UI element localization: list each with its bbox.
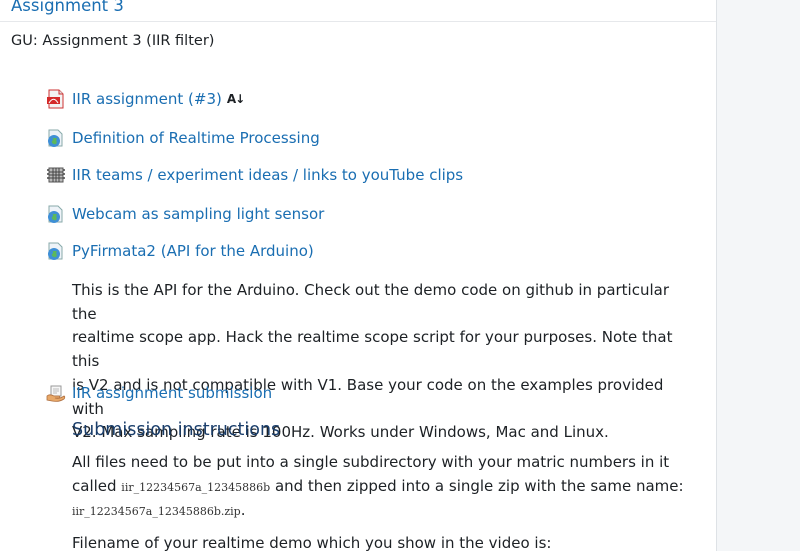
submission-line: All files need to be put into a single s… (72, 453, 670, 471)
submission-text-fragment: called (72, 476, 122, 495)
right-sidebar (717, 0, 800, 551)
font-size-icon: A↓ (226, 92, 245, 106)
description-line: This is the API for the Arduino. Check o… (72, 281, 670, 323)
globe-icon (46, 241, 66, 261)
course-section: Assignment 3 GU: Assignment 3 (IIR filte… (0, 0, 717, 551)
submission-line: iir_12234567a_12345886b.zip. (72, 499, 687, 524)
activity-link[interactable]: Definition of Realtime Processing (72, 129, 320, 147)
globe-icon (46, 128, 66, 148)
activity-iir-assignment[interactable]: IIR assignment (#3) A↓ (46, 88, 245, 110)
activity-link[interactable]: IIR assignment (#3) (72, 90, 222, 108)
activity-pyfirmata2[interactable]: PyFirmata2 (API for the Arduino) (46, 240, 314, 262)
section-title[interactable]: Assignment 3 (11, 0, 124, 15)
submission-text-fragment: . (240, 501, 246, 520)
section-summary: GU: Assignment 3 (IIR filter) (11, 33, 215, 49)
folder-name-code: iir_12234567a_12345886b (121, 480, 271, 494)
section-divider (0, 21, 716, 22)
description-line: realtime scope app. Hack the realtime sc… (72, 328, 673, 371)
submission-line: Filename of your realtime demo which you… (72, 534, 552, 551)
submission-line: called iir_12234567a_12345886b and then … (72, 475, 687, 500)
activity-link[interactable]: IIR assignment submission (72, 384, 272, 402)
activity-link[interactable]: PyFirmata2 (API for the Arduino) (72, 242, 314, 260)
submission-heading: Submission instructions (72, 420, 281, 440)
globe-icon (46, 204, 66, 224)
submission-text-fragment: and then zipped into a single zip with t… (270, 476, 684, 495)
wiki-icon (46, 165, 66, 185)
activity-realtime-definition[interactable]: Definition of Realtime Processing (46, 127, 320, 149)
activity-iir-teams[interactable]: IIR teams / experiment ideas / links to … (46, 164, 463, 186)
submission-text: All files need to be put into a single s… (72, 451, 687, 551)
activity-iir-submission[interactable]: IIR assignment submission (46, 382, 272, 404)
assignment-hand-icon (46, 383, 66, 403)
pdf-icon (46, 89, 66, 109)
zip-name-code: iir_12234567a_12345886b.zip (72, 505, 241, 519)
activity-link[interactable]: IIR teams / experiment ideas / links to … (72, 166, 463, 184)
activity-webcam-sensor[interactable]: Webcam as sampling light sensor (46, 203, 324, 225)
activity-link[interactable]: Webcam as sampling light sensor (72, 205, 324, 223)
